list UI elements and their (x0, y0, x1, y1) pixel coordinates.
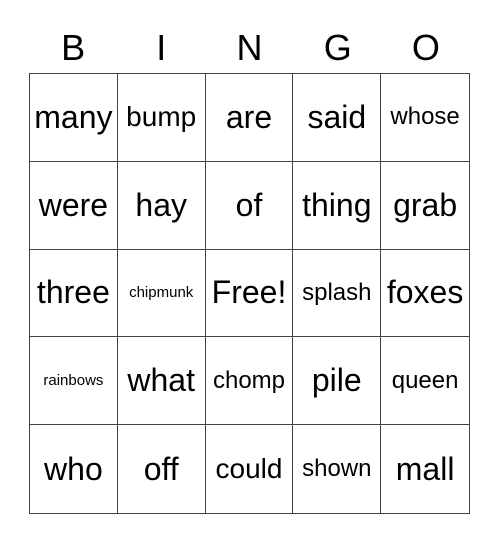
bingo-cell[interactable]: thing (293, 161, 382, 250)
bingo-cell[interactable]: queen (381, 337, 469, 426)
bingo-cell[interactable]: mall (381, 425, 469, 513)
bingo-cell[interactable]: could (206, 425, 294, 513)
bingo-cell[interactable]: whose (381, 74, 469, 162)
header-letter-n: N (236, 27, 263, 68)
bingo-header: B I N G O (29, 24, 470, 72)
bingo-cell[interactable]: hay (117, 161, 206, 250)
bingo-cell[interactable]: grab (381, 162, 469, 250)
bingo-cell[interactable]: bump (117, 74, 206, 162)
bingo-cell[interactable]: three (30, 249, 118, 338)
bingo-cell[interactable]: foxes (381, 250, 469, 338)
bingo-cell[interactable]: off (118, 425, 206, 513)
bingo-cell[interactable]: were (30, 161, 118, 250)
bingo-cell[interactable]: shown (293, 425, 382, 513)
bingo-cell[interactable]: chipmunk (117, 249, 206, 338)
free-space-cell[interactable]: Free! (205, 249, 294, 338)
bingo-cell[interactable]: said (293, 74, 382, 162)
bingo-cell[interactable]: chomp (205, 337, 294, 426)
header-letter-b: B (61, 27, 86, 68)
bingo-cell[interactable]: splash (293, 249, 382, 338)
bingo-cell[interactable]: pile (293, 337, 382, 426)
bingo-cell[interactable]: who (30, 425, 118, 513)
bingo-cell[interactable]: rainbows (30, 337, 118, 426)
bingo-cell[interactable]: many (30, 74, 118, 162)
bingo-grid: many bump are said whose were hay of thing grab th… (29, 73, 470, 514)
bingo-cell[interactable]: of (205, 161, 294, 250)
header-letter-o: O (411, 27, 440, 68)
header-letter-g: G (323, 27, 352, 68)
bingo-cell[interactable]: are (205, 74, 294, 162)
header-letter-i: I (156, 27, 167, 68)
bingo-cell[interactable]: what (117, 337, 206, 426)
